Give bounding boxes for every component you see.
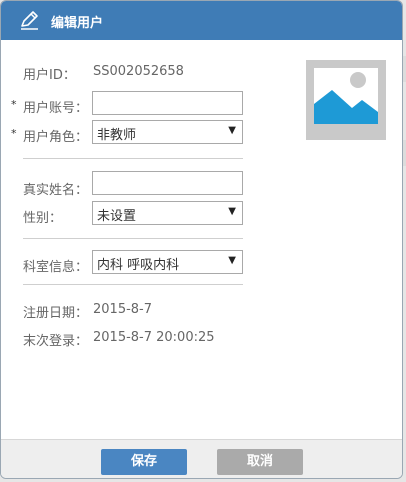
chevron-down-icon: ▼ [228,255,236,266]
user-id-value: SS002052658 [93,64,184,79]
avatar[interactable] [306,60,386,140]
register-date-label: 注册日期： [23,306,89,321]
dialog-titlebar: 编辑用户 [1,1,402,40]
department-select[interactable]: 内科 呼吸内科 ▼ [92,250,243,274]
divider [23,238,243,239]
pencil-icon [18,9,40,31]
required-mark: * [11,98,17,111]
role-select[interactable]: 非教师 ▼ [92,120,243,144]
cancel-button[interactable]: 取消 [217,449,303,475]
register-date-value: 2015-8-7 [93,302,153,317]
last-login-value: 2015-8-7 20:00:25 [93,330,215,345]
role-label: 用户角色： [23,130,89,145]
chevron-down-icon: ▼ [228,125,236,136]
dialog-footer: 保存 取消 [1,439,402,478]
divider [23,284,243,285]
gender-selected-value: 未设置 [97,209,137,224]
chevron-down-icon: ▼ [228,206,236,217]
required-mark: * [11,127,17,140]
gender-label: 性别： [23,211,63,226]
real-name-label: 真实姓名： [23,183,89,198]
account-label: 用户账号： [23,101,89,116]
department-selected-value: 内科 呼吸内科 [97,258,180,273]
save-button[interactable]: 保存 [101,449,187,475]
gender-select[interactable]: 未设置 ▼ [92,201,243,225]
image-placeholder-icon [314,68,378,124]
account-input[interactable] [92,91,243,115]
last-login-label: 末次登录： [23,334,89,349]
real-name-input[interactable] [92,171,243,195]
divider [23,158,243,159]
dialog-title: 编辑用户 [51,16,104,31]
department-label: 科室信息： [23,260,89,275]
edit-user-dialog: 编辑用户 用户ID： SS002052658 * 用户账号： * 用户角色： 非… [0,0,403,479]
role-selected-value: 非教师 [97,128,137,143]
user-id-label: 用户ID： [23,68,76,83]
